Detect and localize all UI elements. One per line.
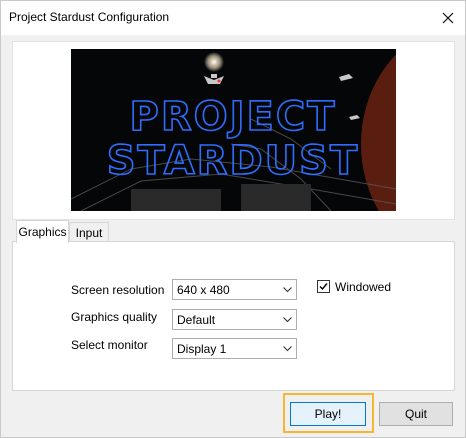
graphics-quality-label: Graphics quality bbox=[71, 310, 158, 324]
select-monitor-label: Select monitor bbox=[71, 338, 148, 352]
select-monitor-select[interactable]: Display 1 bbox=[172, 338, 297, 359]
window-title: Project Stardust Configuration bbox=[9, 10, 170, 24]
game-banner-image: PROJECT STARDUST bbox=[71, 49, 396, 211]
chevron-down-icon bbox=[278, 280, 296, 299]
windowed-label: Windowed bbox=[335, 280, 392, 294]
config-window: Project Stardust Configuration PROJECT S… bbox=[0, 0, 466, 438]
windowed-checkbox[interactable] bbox=[317, 280, 330, 293]
play-button-label: Play! bbox=[314, 407, 342, 421]
chevron-down-icon bbox=[278, 310, 296, 329]
tab-input-label: Input bbox=[75, 225, 103, 240]
graphics-quality-value: Default bbox=[177, 312, 216, 327]
close-button[interactable] bbox=[431, 1, 465, 35]
tab-graphics[interactable]: Graphics bbox=[16, 220, 69, 243]
play-button[interactable]: Play! bbox=[290, 402, 366, 426]
title-bar: Project Stardust Configuration bbox=[1, 1, 465, 35]
graphics-panel: Screen resolution 640 x 480 Graphics qua… bbox=[12, 241, 455, 391]
checkmark-icon bbox=[319, 283, 328, 291]
banner-title-line1: PROJECT bbox=[130, 94, 337, 140]
select-monitor-value: Display 1 bbox=[177, 341, 227, 356]
quit-button-label: Quit bbox=[404, 407, 427, 421]
screen-resolution-label: Screen resolution bbox=[71, 283, 165, 297]
graphics-quality-select[interactable]: Default bbox=[172, 309, 297, 330]
quit-button[interactable]: Quit bbox=[379, 402, 453, 426]
tab-strip: Graphics Input bbox=[12, 220, 455, 243]
screen-resolution-select[interactable]: 640 x 480 bbox=[172, 279, 297, 300]
banner-title-line2: STARDUST bbox=[107, 138, 360, 184]
banner-frame: PROJECT STARDUST bbox=[12, 41, 455, 220]
tab-input[interactable]: Input bbox=[69, 222, 109, 242]
tab-graphics-label: Graphics bbox=[18, 225, 67, 239]
chevron-down-icon bbox=[278, 339, 296, 358]
screen-resolution-value: 640 x 480 bbox=[177, 282, 230, 297]
close-icon bbox=[442, 12, 454, 24]
